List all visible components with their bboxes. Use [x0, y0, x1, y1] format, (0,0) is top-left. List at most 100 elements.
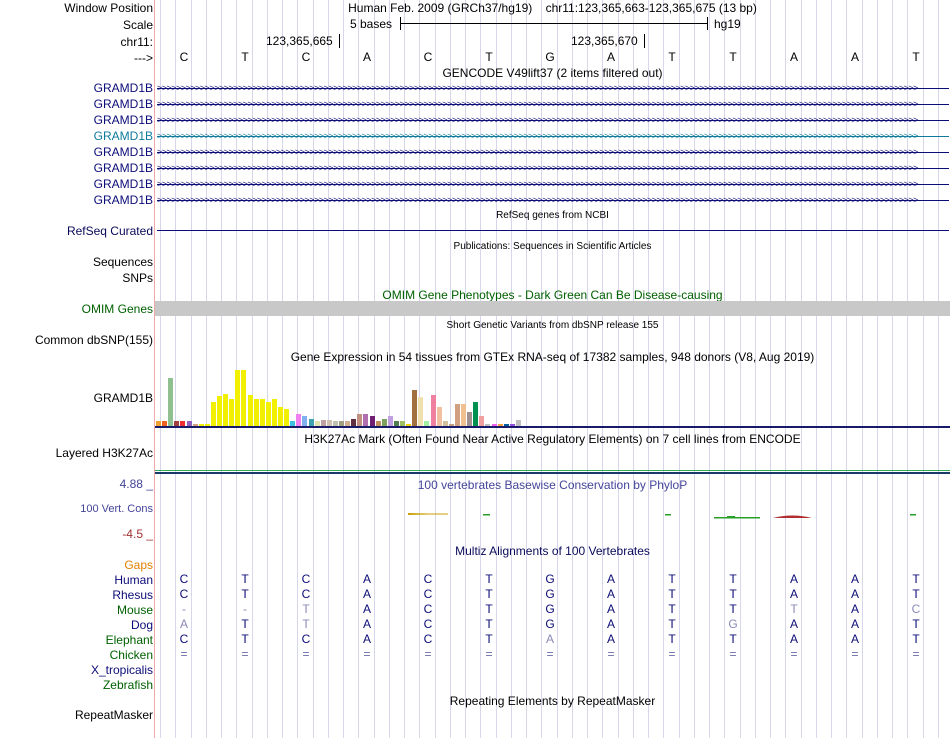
repeatmasker-track-title[interactable]: Repeating Elements by RepeatMasker	[155, 694, 950, 708]
gridline	[937, 0, 939, 738]
phylop-track-title[interactable]: 100 vertebrates Basewise Conservation by…	[155, 478, 950, 492]
multiz-base: C	[179, 572, 189, 586]
refseq-track-title[interactable]: RefSeq genes from NCBI	[155, 209, 950, 223]
gtex-tissue-bar[interactable]	[259, 399, 265, 426]
gencode-gene-label[interactable]: GRAMD1B	[94, 81, 153, 95]
gtex-tissue-bar[interactable]	[278, 406, 284, 426]
genome-browser-image[interactable]: Window Position Human Feb. 2009 (GRCh37/…	[0, 0, 950, 738]
gtex-tissue-bar[interactable]	[430, 394, 436, 426]
gtex-tissue-bar[interactable]	[461, 404, 467, 426]
coord-tick-2	[644, 34, 645, 48]
gtex-tissue-bar[interactable]	[247, 394, 253, 426]
multiz-species-label[interactable]: Rhesus	[112, 588, 153, 602]
gtex-tissue-bar[interactable]	[357, 413, 363, 426]
gtex-tissue-bar[interactable]	[467, 411, 473, 426]
layered-track-label[interactable]: Layered H3K27Ac	[56, 446, 153, 460]
multiz-base: T	[302, 617, 310, 631]
multiz-species-label[interactable]: Human	[114, 573, 153, 587]
gencode-track-title[interactable]: GENCODE V49lift37 (2 items filtered out)	[155, 66, 950, 80]
publications-label-snps[interactable]: SNPs	[122, 271, 153, 285]
gtex-tissue-bar[interactable]	[387, 416, 393, 426]
window-position-label: Window Position	[64, 1, 153, 15]
multiz-track-title[interactable]: Multiz Alignments of 100 Vertebrates	[155, 544, 950, 558]
gtex-bar-chart[interactable]	[156, 360, 756, 426]
gtex-tissue-bar[interactable]	[229, 399, 235, 426]
multiz-base: C	[301, 572, 311, 586]
gencode-gene-label[interactable]: GRAMD1B	[94, 161, 153, 175]
gtex-tissue-bar[interactable]	[363, 413, 369, 426]
multiz-species-label[interactable]: Zebrafish	[103, 678, 153, 692]
reference-base: T	[912, 50, 920, 64]
gencode-gene-label[interactable]: GRAMD1B	[94, 145, 153, 159]
layered-signal-line-2	[155, 472, 950, 474]
gtex-tissue-bar[interactable]	[381, 418, 387, 426]
gtex-tissue-bar[interactable]	[418, 397, 424, 426]
gencode-gene-label[interactable]: GRAMD1B	[94, 129, 153, 143]
multiz-base: T	[241, 617, 249, 631]
gridline	[876, 0, 878, 738]
multiz-species-label[interactable]: X_tropicalis	[91, 663, 153, 677]
gtex-tissue-bar[interactable]	[271, 399, 277, 426]
publications-track-title[interactable]: Publications: Sequences in Scientific Ar…	[155, 240, 950, 254]
gtex-tissue-bar[interactable]	[284, 409, 290, 426]
gtex-tissue-bar[interactable]	[454, 404, 460, 426]
label-divider	[154, 0, 155, 738]
multiz-base: T	[668, 587, 676, 601]
multiz-species-label[interactable]: Mouse	[117, 603, 153, 617]
multiz-base: =	[424, 647, 432, 661]
phylop-signal	[408, 513, 916, 519]
multiz-species-label[interactable]: Chicken	[110, 648, 153, 662]
layered-signal-line	[155, 470, 950, 471]
phylop-max-label: 4.88 _	[119, 477, 153, 491]
gtex-tissue-bar[interactable]	[265, 401, 271, 426]
gtex-tissue-bar[interactable]	[296, 413, 302, 426]
multiz-base: T	[729, 572, 737, 586]
gencode-gene-label[interactable]: GRAMD1B	[94, 193, 153, 207]
gtex-tissue-bar[interactable]	[235, 370, 241, 426]
layered-track-title[interactable]: H3K27Ac Mark (Often Found Near Active Re…	[155, 432, 950, 446]
gencode-gene-label[interactable]: GRAMD1B	[94, 113, 153, 127]
gtex-tissue-bar[interactable]	[168, 377, 174, 426]
multiz-base: A	[850, 587, 859, 601]
omim-gene-bar[interactable]	[155, 301, 950, 316]
repeatmasker-track-label[interactable]: RepeatMasker	[75, 708, 153, 722]
multiz-base: T	[729, 587, 737, 601]
gtex-tissue-bar[interactable]	[351, 418, 357, 426]
gtex-tissue-bar[interactable]	[241, 370, 247, 426]
multiz-base: T	[485, 617, 493, 631]
multiz-base: A	[362, 617, 371, 631]
reference-base: A	[789, 50, 798, 64]
multiz-species-label[interactable]: Elephant	[106, 633, 153, 647]
multiz-base: T	[790, 602, 798, 616]
gtex-tissue-bar[interactable]	[473, 401, 479, 426]
gtex-tissue-bar[interactable]	[217, 396, 223, 426]
omim-track-label[interactable]: OMIM Genes	[82, 302, 153, 316]
coord-tick-label-1: 123,365,665	[266, 34, 333, 48]
refseq-gene-line[interactable]	[157, 230, 949, 231]
dbsnp-track-label[interactable]: Common dbSNP(155)	[35, 333, 153, 347]
gtex-track-label[interactable]: GRAMD1B	[94, 391, 153, 405]
multiz-base: T	[912, 587, 920, 601]
dbsnp-track-title[interactable]: Short Genetic Variants from dbSNP releas…	[155, 319, 950, 333]
omim-track-title[interactable]: OMIM Gene Phenotypes - Dark Green Can Be…	[155, 288, 950, 302]
reference-base: C	[301, 50, 311, 64]
multiz-gaps-label[interactable]: Gaps	[124, 558, 153, 572]
gtex-tissue-bar[interactable]	[253, 399, 259, 426]
multiz-base: A	[362, 602, 371, 616]
multiz-base: A	[606, 602, 615, 616]
gencode-transcript-line	[157, 120, 949, 121]
gtex-tissue-bar[interactable]	[308, 418, 314, 426]
gtex-tissue-bar[interactable]	[479, 416, 485, 426]
refseq-track-label[interactable]: RefSeq Curated	[67, 224, 153, 238]
gtex-tissue-bar[interactable]	[436, 406, 442, 426]
gtex-tissue-bar[interactable]	[302, 416, 308, 426]
gtex-tissue-bar[interactable]	[210, 401, 216, 426]
gencode-gene-label[interactable]: GRAMD1B	[94, 97, 153, 111]
gtex-tissue-bar[interactable]	[369, 416, 375, 426]
gtex-tissue-bar[interactable]	[412, 389, 418, 426]
reference-base: A	[850, 50, 859, 64]
multiz-species-label[interactable]: Dog	[131, 618, 153, 632]
publications-label-sequences[interactable]: Sequences	[93, 255, 153, 269]
gtex-tissue-bar[interactable]	[223, 393, 229, 426]
gencode-gene-label[interactable]: GRAMD1B	[94, 177, 153, 191]
